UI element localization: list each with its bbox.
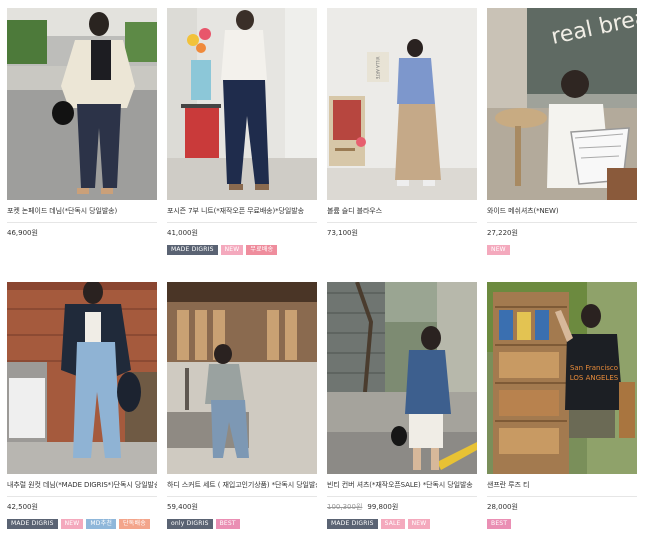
product-image[interactable] — [167, 8, 317, 200]
product-image[interactable] — [327, 282, 477, 474]
product-image[interactable]: real bread — [487, 8, 637, 200]
badge-list: only DIGRIS BEST — [167, 519, 317, 529]
product-price: 27,220원 — [487, 229, 637, 238]
badge-list: MADE DIGRIS NEW MD추천 단독배송 — [7, 519, 157, 529]
product-badge: NEW — [407, 519, 431, 529]
badge-list: BEST — [487, 519, 637, 529]
shirt-print-bottom: LOS ANGELES — [570, 374, 619, 382]
divider — [167, 222, 317, 223]
product-badge: BEST — [215, 519, 240, 529]
product-image[interactable] — [167, 282, 317, 474]
product-name[interactable]: 하디 스커트 세트 ( 재입고인기상품) *단독시 당일발송 — [167, 481, 317, 490]
product-badge: only DIGRIS — [167, 519, 213, 529]
product-price: 46,900원 — [7, 229, 157, 238]
product-card[interactable]: VILLA ARTE 볼륨 슬디 블라우스 73,100원 — [327, 8, 477, 255]
product-badge: SALE — [380, 519, 405, 529]
price-value: 28,000원 — [487, 503, 518, 511]
product-card[interactable]: real bread 와이드 메쉬셔츠(*NEW) 27,220원 NEW — [487, 8, 637, 255]
product-image[interactable] — [7, 282, 157, 474]
product-card[interactable]: San Francisco LOS ANGELES 샌프란 루즈 티 28,00… — [487, 282, 637, 529]
badge-list — [327, 245, 477, 255]
product-card[interactable]: 포켓 논페이드 데님(*단독시 당일발송) 46,900원 — [7, 8, 157, 255]
product-name[interactable]: 포켓 논페이드 데님(*단독시 당일발송) — [7, 207, 157, 216]
product-image[interactable]: San Francisco LOS ANGELES — [487, 282, 637, 474]
product-badge: NEW — [60, 519, 84, 529]
product-badge: MADE DIGRIS — [327, 519, 378, 529]
product-name[interactable]: 와이드 메쉬셔츠(*NEW) — [487, 207, 637, 216]
product-name[interactable]: 포시즌 7부 니트(*재작오픈 무료배송)*당일발송 — [167, 207, 317, 216]
divider — [487, 222, 637, 223]
divider — [7, 496, 157, 497]
product-name[interactable]: 내추럴 원컷 데님(*MADE DIGRIS*)단독시 당일발송 — [7, 481, 157, 490]
divider — [327, 222, 477, 223]
product-image[interactable]: VILLA ARTE — [327, 8, 477, 200]
divider — [327, 496, 477, 497]
price-value: 59,400원 — [167, 503, 198, 511]
product-badge: 단독배송 — [119, 519, 150, 529]
badge-list — [7, 245, 157, 255]
product-badge: 무료배송 — [246, 245, 278, 255]
product-name[interactable]: 빈티 컨버 셔츠(*재작오픈SALE) *단독시 당일발송 — [327, 481, 477, 490]
product-grid: 포켓 논페이드 데님(*단독시 당일발송) 46,900원 포시즌 7부 니트(… — [0, 0, 648, 543]
product-name[interactable]: 볼륨 슬디 블라우스 — [327, 207, 477, 216]
price-value: 27,220원 — [487, 229, 518, 237]
product-price: 42,500원 — [7, 503, 157, 512]
badge-list: MADE DIGRIS NEW 무료배송 — [167, 245, 317, 255]
product-badge: MADE DIGRIS — [7, 519, 58, 529]
badge-list: MADE DIGRIS SALE NEW — [327, 519, 477, 529]
price-value: 99,800원 — [367, 503, 399, 511]
product-badge: BEST — [487, 519, 512, 529]
product-badge: MADE DIGRIS — [167, 245, 218, 255]
poster-text: VILLA ARTE — [375, 57, 380, 80]
original-price: 100,300원 — [327, 503, 363, 511]
product-price: 59,400원 — [167, 503, 317, 512]
product-price: 41,000원 — [167, 229, 317, 238]
price-value: 41,000원 — [167, 229, 198, 237]
product-image[interactable] — [7, 8, 157, 200]
price-value: 46,900원 — [7, 229, 38, 237]
product-card[interactable]: 포시즌 7부 니트(*재작오픈 무료배송)*당일발송 41,000원 MADE … — [167, 8, 317, 255]
product-card[interactable]: 빈티 컨버 셔츠(*재작오픈SALE) *단독시 당일발송 100,300원 99… — [327, 282, 477, 529]
product-price: 73,100원 — [327, 229, 477, 238]
product-badge: NEW — [220, 245, 244, 255]
divider — [7, 222, 157, 223]
product-price: 100,300원 99,800원 — [327, 503, 477, 512]
product-badge: MD추천 — [86, 519, 117, 529]
badge-list: NEW — [487, 245, 637, 255]
price-value: 42,500원 — [7, 503, 38, 511]
price-value: 73,100원 — [327, 229, 358, 237]
product-name[interactable]: 샌프란 루즈 티 — [487, 481, 637, 490]
product-price: 28,000원 — [487, 503, 637, 512]
shirt-print-top: San Francisco — [570, 364, 618, 372]
product-badge: NEW — [487, 245, 510, 255]
product-card[interactable]: 내추럴 원컷 데님(*MADE DIGRIS*)단독시 당일발송 42,500원… — [7, 282, 157, 529]
divider — [167, 496, 317, 497]
divider — [487, 496, 637, 497]
product-card[interactable]: 하디 스커트 세트 ( 재입고인기상품) *단독시 당일발송 59,400원 o… — [167, 282, 317, 529]
